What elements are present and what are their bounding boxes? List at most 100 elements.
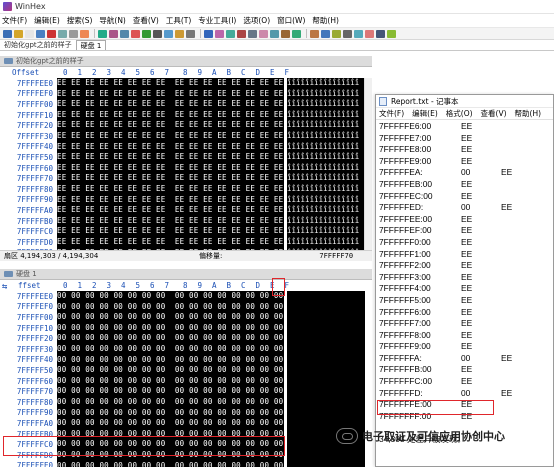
toolbar-button-icon[interactable] — [281, 29, 290, 38]
menu-item[interactable]: 窗口(W) — [277, 15, 305, 26]
toolbar-button-icon[interactable] — [248, 29, 257, 38]
bottom-hex-editor[interactable]: ⇆ ffset 01234567 89ABCDEF 7FFFFEE0 7FFFFEF0… — [0, 280, 372, 467]
toolbar-button-icon[interactable] — [47, 29, 56, 38]
hex-row[interactable]: EE EE EE EE EE EE EE EE EE EE EE EE EE E… — [57, 99, 284, 110]
menu-item[interactable]: 工具(T) — [166, 15, 191, 26]
hex-row[interactable]: 00 00 00 00 00 00 00 00 00 00 00 00 00 0… — [57, 344, 284, 355]
toolbar-button-icon[interactable] — [58, 29, 67, 38]
menu-item[interactable]: 搜索(S) — [67, 15, 93, 26]
hex-row[interactable]: 00 00 00 00 00 00 00 00 00 00 00 00 00 0… — [57, 418, 284, 429]
notepad-window[interactable]: Report.txt - 记事本 文件(F) 编辑(E) 格式(O) 查看(V) 帮助(… — [375, 94, 554, 467]
ascii-row[interactable]: îîîîîîîîîîîîîîîî — [287, 226, 365, 237]
toolbar-button-icon[interactable] — [259, 29, 268, 38]
toolbar-button-icon[interactable] — [354, 29, 363, 38]
hex-row[interactable]: EE EE EE EE EE EE EE EE EE EE EE EE EE E… — [57, 89, 284, 100]
ascii-row[interactable]: îîîîîîîîîîîîîîîî — [287, 152, 365, 163]
hex-row[interactable]: 00 00 00 00 00 00 00 00 00 00 00 00 00 0… — [57, 333, 284, 344]
ascii-row[interactable]: îîîîîîîîîîîîîîîî — [287, 237, 365, 248]
ascii-row[interactable]: îîîîîîîîîîîîîîîî — [287, 78, 365, 89]
hex-row[interactable]: EE EE EE EE EE EE EE EE EE EE EE EE EE E… — [57, 142, 284, 153]
hex-row[interactable]: 00 00 00 00 00 00 00 00 00 00 00 00 00 0… — [57, 439, 284, 450]
hex-row[interactable]: EE EE EE EE EE EE EE EE EE EE EE EE EE E… — [57, 163, 284, 174]
toolbar-button-icon[interactable] — [131, 29, 140, 38]
menu-item[interactable]: 专业工具(I) — [198, 15, 236, 26]
hex-row[interactable]: 00 00 00 00 00 00 00 00 00 00 00 00 00 0… — [57, 429, 284, 440]
ascii-row[interactable]: îîîîîîîîîîîîîîîî — [287, 131, 365, 142]
toolbar-button-icon[interactable] — [109, 29, 118, 38]
menu-item[interactable]: 查看(V) — [133, 15, 159, 26]
toolbar-button-icon[interactable] — [387, 29, 396, 38]
top-vertical-scrollbar[interactable] — [364, 78, 372, 250]
toolbar-button-icon[interactable] — [237, 29, 246, 38]
top-hex-data-block[interactable]: EE EE EE EE EE EE EE EE EE EE EE EE EE E… — [57, 78, 284, 250]
toolbar-button-icon[interactable] — [25, 29, 34, 38]
menu-item[interactable]: 编辑(E) — [34, 15, 60, 26]
toolbar-button-icon[interactable] — [321, 29, 330, 38]
tab-pre-gpt-image[interactable]: 初始化gpt之前的样子 — [0, 40, 76, 50]
toolbar-button-icon[interactable] — [69, 29, 78, 38]
notepad-menu-item[interactable]: 格式(O) — [446, 108, 473, 119]
hex-row[interactable]: 00 00 00 00 00 00 00 00 00 00 00 00 00 0… — [57, 386, 284, 397]
toolbar-button-icon[interactable] — [98, 29, 107, 38]
hex-row[interactable]: 00 00 00 00 00 00 00 00 00 00 00 00 00 0… — [57, 312, 284, 323]
hex-row[interactable]: 00 00 00 00 00 00 00 00 00 00 00 00 00 0… — [57, 408, 284, 419]
hex-row[interactable]: EE EE EE EE EE EE EE EE EE EE EE EE EE E… — [57, 131, 284, 142]
hex-row[interactable]: EE EE EE EE EE EE EE EE EE EE EE EE EE E… — [57, 184, 284, 195]
notepad-menu-item[interactable]: 帮助(H) — [515, 108, 542, 119]
notepad-menu-item[interactable]: 文件(F) — [379, 108, 404, 119]
menu-item[interactable]: 帮助(H) — [312, 15, 339, 26]
toolbar-button-icon[interactable] — [226, 29, 235, 38]
toolbar-button-icon[interactable] — [310, 29, 319, 38]
notepad-menu-item[interactable]: 编辑(E) — [412, 108, 438, 119]
toolbar-button-icon[interactable] — [142, 29, 151, 38]
ascii-row[interactable]: îîîîîîîîîîîîîîîî — [287, 195, 365, 206]
ascii-row[interactable]: îîîîîîîîîîîîîîîî — [287, 142, 365, 153]
ascii-row[interactable]: îîîîîîîîîîîîîîîî — [287, 99, 365, 110]
ascii-row[interactable]: îîîîîîîîîîîîîîîî — [287, 89, 365, 100]
toolbar-button-icon[interactable] — [80, 29, 89, 38]
hex-row[interactable]: EE EE EE EE EE EE EE EE EE EE EE EE EE E… — [57, 205, 284, 216]
toolbar-button-icon[interactable] — [186, 29, 195, 38]
hex-row[interactable]: EE EE EE EE EE EE EE EE EE EE EE EE EE E… — [57, 237, 284, 248]
notepad-text-area[interactable]: 7FFFFFE6:00 EE 7FFFFFE7:00 EE 7FFFFFE8:00 EE 7… — [376, 121, 553, 422]
toolbar-button-icon[interactable] — [292, 29, 301, 38]
menu-item[interactable]: 选项(O) — [243, 15, 270, 26]
ascii-row[interactable]: îîîîîîîîîîîîîîîî — [287, 205, 365, 216]
ascii-row[interactable]: îîîîîîîîîîîîîîîî — [287, 173, 365, 184]
hex-row[interactable]: EE EE EE EE EE EE EE EE EE EE EE EE EE E… — [57, 173, 284, 184]
hex-row[interactable]: 00 00 00 00 00 00 00 00 00 00 00 00 00 0… — [57, 302, 284, 313]
hex-row[interactable]: 00 00 00 00 00 00 00 00 00 00 00 00 00 0… — [57, 355, 284, 366]
ascii-row[interactable]: îîîîîîîîîîîîîîîî — [287, 163, 365, 174]
hex-row[interactable]: EE EE EE EE EE EE EE EE EE EE EE EE EE E… — [57, 78, 284, 89]
hex-row[interactable]: EE EE EE EE EE EE EE EE EE EE EE EE EE E… — [57, 216, 284, 227]
toolbar-button-icon[interactable] — [175, 29, 184, 38]
ascii-row[interactable]: îîîîîîîîîîîîîîîî — [287, 120, 365, 131]
toolbar-button-icon[interactable] — [270, 29, 279, 38]
hex-row[interactable]: 00 00 00 00 00 00 00 00 00 00 00 00 00 0… — [57, 365, 284, 376]
toolbar-button-icon[interactable] — [3, 29, 12, 38]
top-hex-editor[interactable]: Offset 01234567 89ABCDEF 7FFFFEE0 7FFFFEF0… — [0, 67, 372, 250]
hex-row[interactable]: EE EE EE EE EE EE EE EE EE EE EE EE EE E… — [57, 226, 284, 237]
toolbar-button-icon[interactable] — [14, 29, 23, 38]
toolbar-button-icon[interactable] — [332, 29, 341, 38]
hex-row[interactable]: EE EE EE EE EE EE EE EE EE EE EE EE EE E… — [57, 120, 284, 131]
ascii-row[interactable]: îîîîîîîîîîîîîîîî — [287, 216, 365, 227]
ascii-row[interactable]: îîîîîîîîîîîîîîîî — [287, 184, 365, 195]
toolbar-button-icon[interactable] — [120, 29, 129, 38]
menu-item[interactable]: 文件(F) — [2, 15, 27, 26]
hex-row[interactable]: EE EE EE EE EE EE EE EE EE EE EE EE EE E… — [57, 152, 284, 163]
toolbar-button-icon[interactable] — [343, 29, 352, 38]
toolbar-button-icon[interactable] — [204, 29, 213, 38]
menu-item[interactable]: 导航(N) — [99, 15, 125, 26]
hex-row[interactable]: 00 00 00 00 00 00 00 00 00 00 00 00 00 0… — [57, 291, 284, 302]
hex-row[interactable]: 00 00 00 00 00 00 00 00 00 00 00 00 00 0… — [57, 323, 284, 334]
hex-row[interactable]: 00 00 00 00 00 00 00 00 00 00 00 00 00 0… — [57, 450, 284, 461]
tab-disk-1[interactable]: 硬盘 1 — [75, 40, 107, 50]
toolbar-button-icon[interactable] — [365, 29, 374, 38]
hex-row[interactable]: 00 00 00 00 00 00 00 00 00 00 00 00 00 0… — [57, 376, 284, 387]
toolbar-button-icon[interactable] — [153, 29, 162, 38]
bottom-hex-data-block[interactable]: 00 00 00 00 00 00 00 00 00 00 00 00 00 0… — [57, 291, 284, 467]
toolbar-button-icon[interactable] — [376, 29, 385, 38]
hex-row[interactable]: EE EE EE EE EE EE EE EE EE EE EE EE EE E… — [57, 110, 284, 121]
toolbar-button-icon[interactable] — [164, 29, 173, 38]
